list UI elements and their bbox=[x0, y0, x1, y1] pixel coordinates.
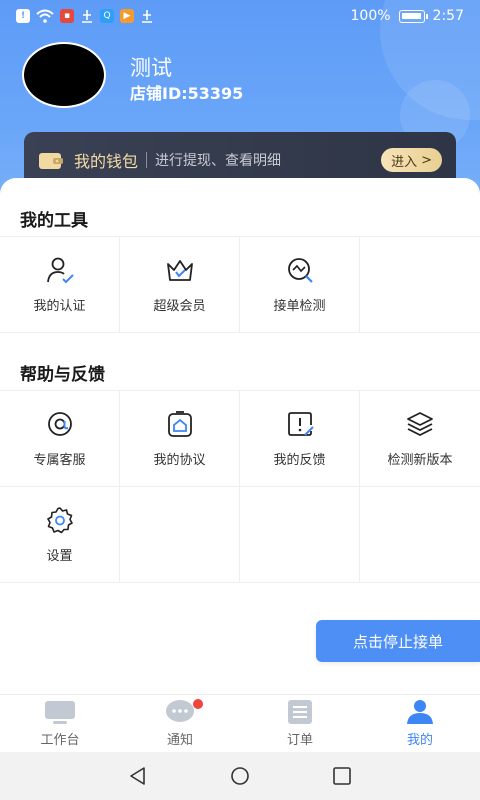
help-empty-cell bbox=[360, 487, 480, 583]
search-app-icon: Q bbox=[100, 9, 114, 23]
help-feedback[interactable]: 我的反馈 bbox=[240, 391, 360, 487]
tab-orders[interactable]: 订单 bbox=[240, 695, 360, 752]
usb-icon bbox=[82, 10, 92, 23]
help-settings-label: 设置 bbox=[46, 549, 73, 564]
at-icon bbox=[47, 412, 72, 436]
chevron-right-icon: > bbox=[421, 152, 432, 168]
store-id: 店铺ID:53395 bbox=[130, 84, 244, 103]
tab-mine[interactable]: 我的 bbox=[360, 695, 480, 752]
wallet-enter-button[interactable]: 进入 > bbox=[381, 148, 442, 172]
wallet-enter-label: 进入 bbox=[391, 154, 418, 170]
tool-vip[interactable]: 超级会员 bbox=[120, 237, 240, 333]
system-nav-bar bbox=[0, 752, 480, 800]
home-icon[interactable] bbox=[229, 765, 251, 787]
avatar[interactable] bbox=[22, 42, 106, 108]
main-card: 我的工具 我的认证 超级会员 接单检测 帮助与反馈 专属客服 我的协议 我的反馈… bbox=[0, 178, 480, 694]
alert-icon: ! bbox=[16, 9, 30, 23]
feedback-icon bbox=[287, 412, 314, 436]
help-protocol-label: 我的协议 bbox=[153, 453, 206, 468]
recents-icon[interactable] bbox=[331, 765, 353, 787]
gear-icon bbox=[46, 507, 73, 534]
stop-orders-button[interactable]: 点击停止接单 bbox=[316, 620, 480, 662]
help-empty-cell bbox=[240, 487, 360, 583]
chat-icon bbox=[166, 700, 194, 722]
usb-debug-icon bbox=[142, 10, 152, 23]
help-customer-service[interactable]: 专属客服 bbox=[0, 391, 120, 487]
wallet-divider bbox=[146, 152, 148, 168]
clock: 2:57 bbox=[432, 8, 464, 24]
wallet-title: 我的钱包 bbox=[74, 152, 139, 171]
tab-notifications[interactable]: 通知 bbox=[120, 695, 240, 752]
help-check-version-label: 检测新版本 bbox=[387, 453, 453, 468]
tool-vip-label: 超级会员 bbox=[153, 299, 206, 314]
help-settings[interactable]: 设置 bbox=[0, 487, 120, 583]
layers-icon bbox=[407, 412, 433, 437]
tab-workbench-label: 工作台 bbox=[40, 733, 80, 748]
tool-order-check[interactable]: 接单检测 bbox=[240, 237, 360, 333]
wifi-icon bbox=[36, 9, 54, 23]
notification-badge bbox=[193, 699, 203, 709]
user-name: 测试 bbox=[130, 56, 172, 80]
bottom-tab-bar: 工作台 通知 订单 我的 bbox=[0, 694, 480, 752]
back-icon[interactable] bbox=[127, 765, 149, 787]
wallet-description: 进行提现、查看明细 bbox=[155, 153, 282, 169]
help-section-title: 帮助与反馈 bbox=[20, 365, 105, 385]
help-check-version[interactable]: 检测新版本 bbox=[360, 391, 480, 487]
tool-empty-cell bbox=[360, 237, 480, 333]
help-grid: 专属客服 我的协议 我的反馈 检测新版本 设置 bbox=[0, 390, 480, 583]
status-bar: ! ▪ Q ▶ 100% 2:57 bbox=[0, 0, 480, 32]
help-empty-cell bbox=[120, 487, 240, 583]
monitor-icon bbox=[45, 701, 75, 724]
tools-grid: 我的认证 超级会员 接单检测 bbox=[0, 236, 480, 333]
tab-mine-label: 我的 bbox=[406, 733, 433, 748]
help-customer-service-label: 专属客服 bbox=[33, 453, 86, 468]
battery-percent: 100% bbox=[350, 8, 391, 24]
battery-icon bbox=[398, 9, 428, 23]
help-protocol[interactable]: 我的协议 bbox=[120, 391, 240, 487]
chart-search-icon bbox=[287, 258, 313, 283]
tool-order-check-label: 接单检测 bbox=[273, 299, 326, 314]
wallet-icon bbox=[39, 153, 63, 169]
tool-verify-label: 我的认证 bbox=[33, 299, 86, 314]
tab-orders-label: 订单 bbox=[286, 733, 313, 748]
tab-workbench[interactable]: 工作台 bbox=[0, 695, 120, 752]
verify-user-icon bbox=[46, 257, 74, 284]
app-icon: ▪ bbox=[60, 9, 74, 23]
tool-verify[interactable]: 我的认证 bbox=[0, 237, 120, 333]
help-feedback-label: 我的反馈 bbox=[273, 453, 326, 468]
list-icon bbox=[288, 700, 312, 724]
tab-notifications-label: 通知 bbox=[166, 733, 193, 748]
crown-icon bbox=[166, 260, 193, 281]
tools-section-title: 我的工具 bbox=[20, 211, 88, 231]
person-icon bbox=[407, 700, 433, 724]
video-app-icon: ▶ bbox=[120, 9, 134, 23]
protocol-icon bbox=[167, 411, 192, 437]
